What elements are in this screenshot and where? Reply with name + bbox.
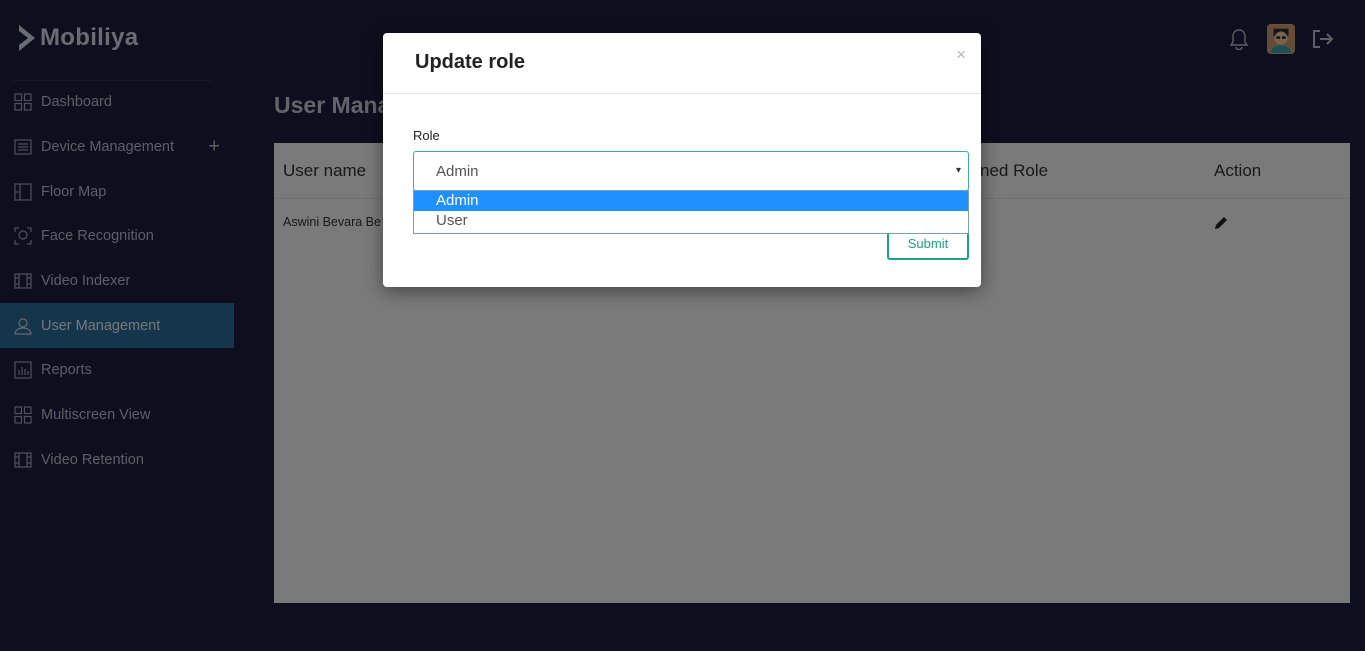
close-icon[interactable]: ×	[956, 45, 966, 65]
role-option-admin[interactable]: Admin	[414, 191, 968, 211]
modal-header: Update role ×	[383, 33, 981, 94]
role-option-user[interactable]: User	[414, 211, 968, 231]
role-options-list: Admin User	[413, 190, 969, 234]
role-select-value: Admin	[436, 163, 479, 180]
modal-title: Update role	[415, 51, 526, 73]
chevron-down-icon: ▾	[955, 165, 961, 176]
app-shell: Mobiliya Dashboard Device Management + F…	[0, 0, 1365, 651]
role-label: Role	[413, 128, 440, 143]
role-select[interactable]: Admin ▾	[413, 151, 969, 191]
update-role-modal: Update role × Role Admin ▾ Submit	[383, 33, 981, 287]
